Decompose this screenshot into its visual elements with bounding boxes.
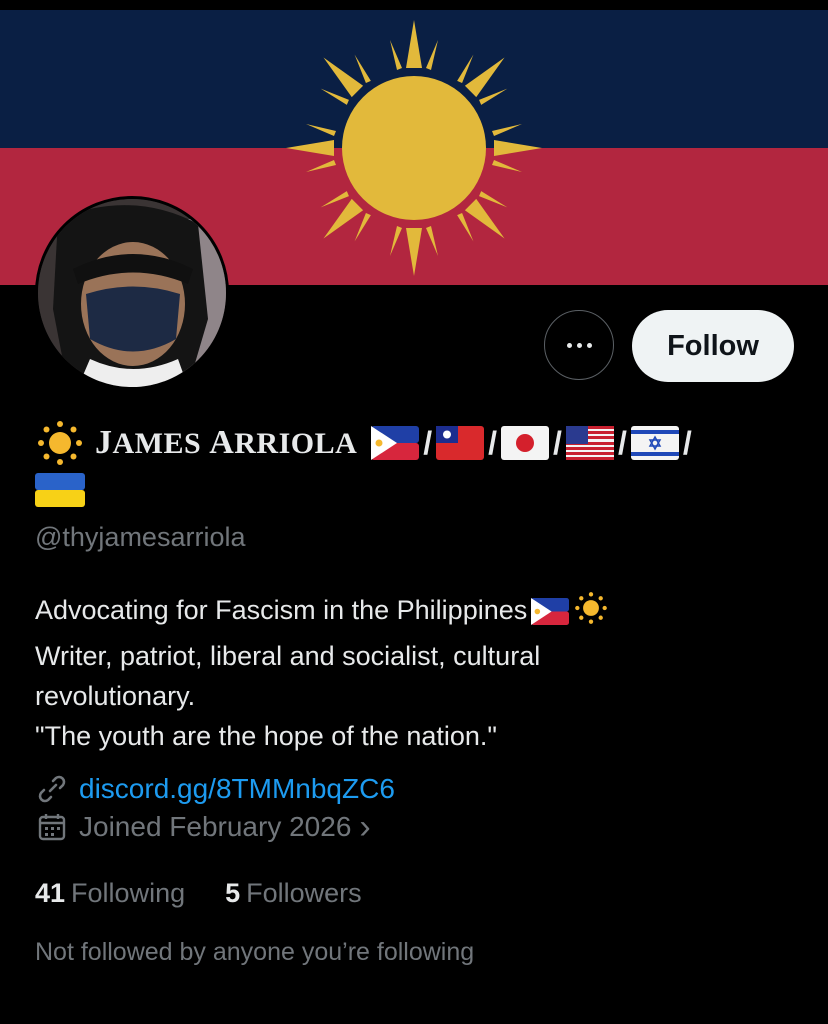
- display-name-row-continued: [35, 473, 85, 507]
- following-link[interactable]: 41 Following: [35, 878, 185, 909]
- chevron-right-icon: ›: [359, 808, 371, 846]
- flag-separator: /: [423, 424, 433, 461]
- bio-line: Advocating for Fascism in the Philippine…: [35, 590, 775, 636]
- more-options-button[interactable]: [544, 310, 614, 380]
- display-name-row: JAMES ARRIOLA / / / / /: [35, 420, 795, 466]
- flag-israel-icon: [630, 426, 679, 460]
- mutual-followers-note: Not followed by anyone you’re following: [35, 938, 475, 966]
- avatar-image: [38, 199, 226, 387]
- calendar-icon: [35, 810, 69, 844]
- flag-separator: /: [617, 424, 627, 461]
- follow-button[interactable]: Follow: [632, 310, 794, 382]
- followers-link[interactable]: 5 Followers: [225, 878, 362, 909]
- flag-taiwan-icon: [436, 426, 485, 460]
- bio-line: Writer, patriot, liberal and socialist, …: [35, 641, 541, 671]
- joined-date-text: Joined February 2026: [79, 811, 352, 842]
- flag-separator: /: [553, 424, 562, 461]
- flag-ukraine-icon: [35, 473, 85, 507]
- profile-website-link[interactable]: discord.gg/8TMMnbqZC6: [79, 773, 395, 805]
- profile-link-row: discord.gg/8TMMnbqZC6: [35, 772, 395, 806]
- flag-usa-icon: [565, 426, 614, 460]
- bio-line: revolutionary.: [35, 681, 196, 711]
- flag-philippines-icon: [531, 596, 570, 636]
- profile-bio: Advocating for Fascism in the Philippine…: [35, 590, 775, 756]
- sun-icon: [573, 591, 609, 636]
- sun-icon: [35, 420, 85, 466]
- link-icon: [35, 772, 69, 806]
- flag-japan-icon: [501, 426, 550, 460]
- more-dots-icon: [566, 342, 592, 348]
- flag-philippines-icon: [371, 426, 420, 460]
- joined-date-row[interactable]: Joined February 2026 ›: [35, 810, 371, 844]
- flag-separator: /: [682, 424, 692, 461]
- follow-stats: 41 Following 5 Followers: [35, 878, 362, 909]
- display-name: JAMES ARRIOLA: [95, 424, 358, 461]
- flag-separator: /: [488, 424, 498, 461]
- username-handle: @thyjamesarriola: [35, 522, 246, 552]
- bio-line: "The youth are the hope of the nation.": [35, 721, 497, 751]
- avatar[interactable]: [35, 196, 229, 390]
